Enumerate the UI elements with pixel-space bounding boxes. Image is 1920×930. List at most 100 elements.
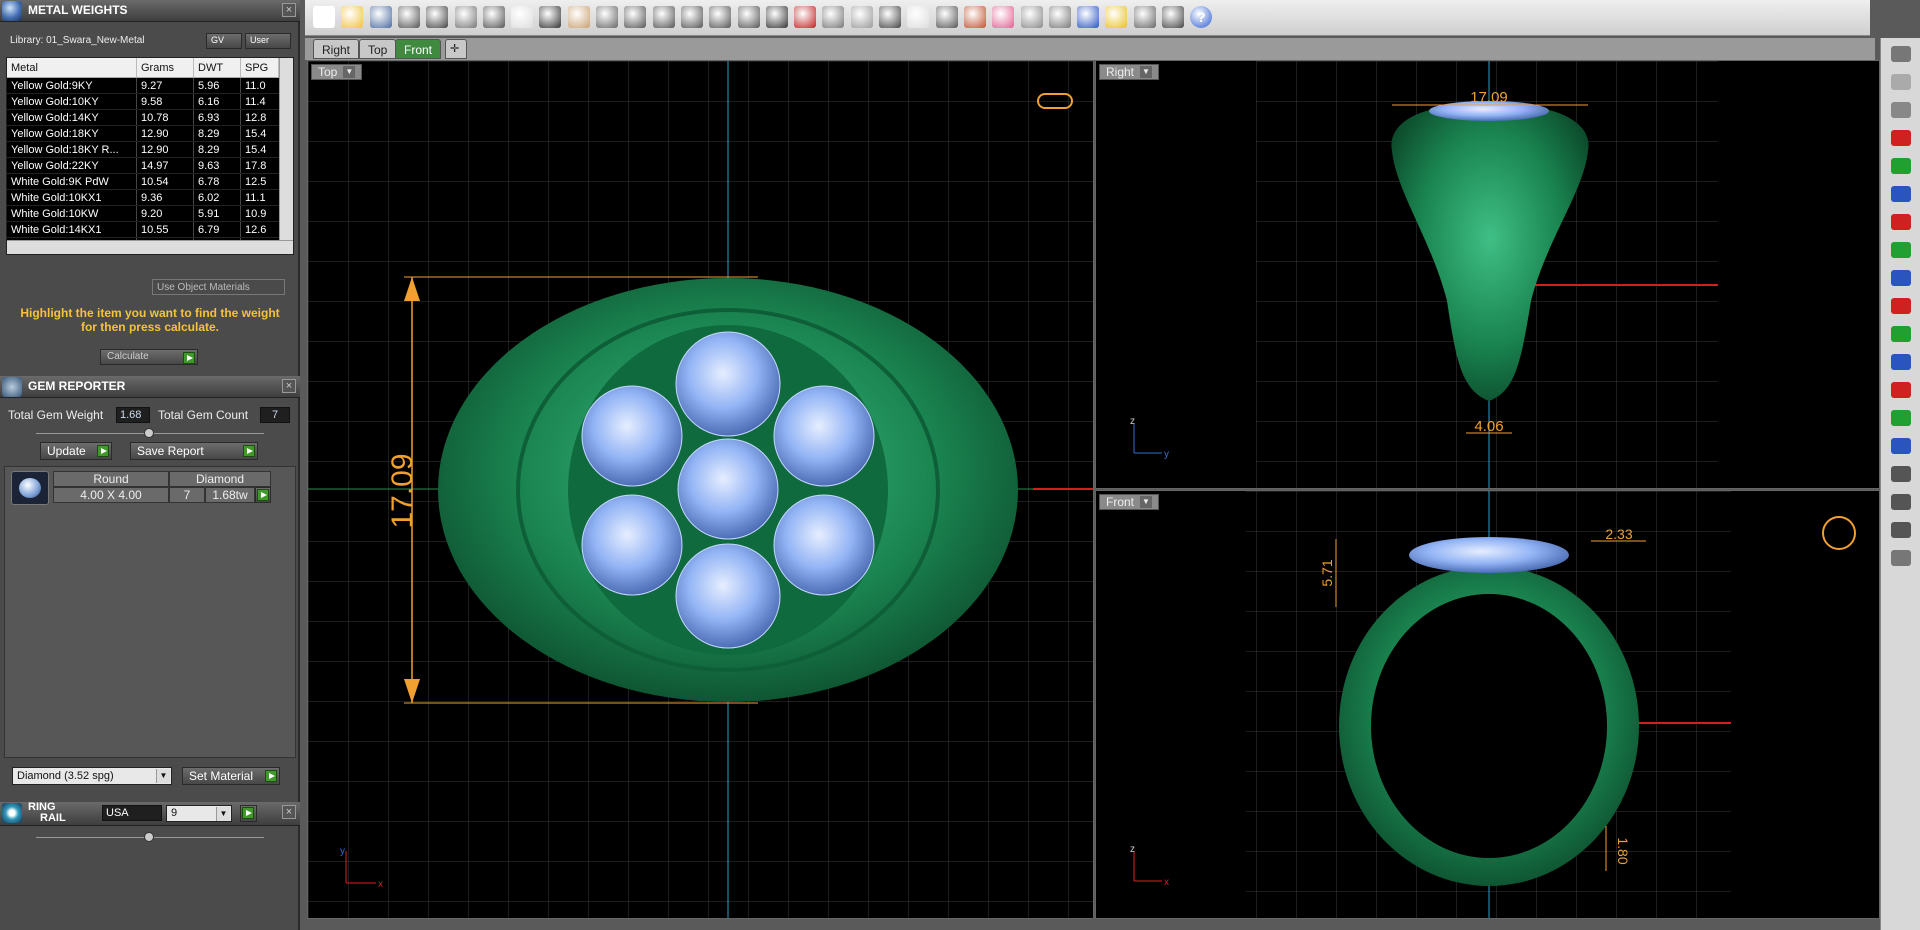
target-icon[interactable] <box>879 6 901 28</box>
shade-icon[interactable] <box>1020 6 1043 28</box>
sphere-icon[interactable] <box>1891 102 1911 118</box>
col-dwt[interactable]: DWT <box>194 58 241 77</box>
col-spg[interactable]: SPG <box>241 58 279 77</box>
table-row[interactable]: Yellow Gold:22KY 14.97 9.63 17.8 <box>7 158 293 174</box>
tab-right[interactable]: Right <box>313 39 360 59</box>
ring-slider-handle[interactable] <box>144 832 154 842</box>
flag-icon[interactable] <box>1105 6 1128 28</box>
viewport-top-label[interactable]: Top ▼ <box>311 64 363 80</box>
stretch-vertical-icon[interactable] <box>1891 326 1911 342</box>
orbit-icon[interactable] <box>850 6 873 28</box>
gears-icon[interactable] <box>1133 6 1156 28</box>
arrow-right-icon[interactable] <box>1891 130 1911 146</box>
update-button[interactable]: Update <box>40 442 112 460</box>
chevron-down-icon: ▼ <box>216 807 230 821</box>
tab-top[interactable]: Top <box>359 39 397 59</box>
table-row[interactable]: Yellow Gold:9KY 9.27 5.96 11.0 <box>7 78 293 94</box>
add-tab-icon[interactable]: ✛ <box>445 39 467 59</box>
gv-label: GV <box>211 35 225 45</box>
viewport-front-label[interactable]: Front ▼ <box>1099 494 1160 510</box>
arrow-down-icon[interactable] <box>1891 242 1911 258</box>
rotate-view-icon[interactable] <box>737 6 760 28</box>
cut-icon[interactable] <box>454 6 477 28</box>
zoom-extents-icon[interactable] <box>680 6 703 28</box>
scale-down-icon[interactable] <box>1891 438 1911 454</box>
material-select[interactable]: Diamond (3.52 spg) ▼ <box>12 767 172 785</box>
table-horizontal-scrollbar[interactable] <box>7 240 293 254</box>
print-icon[interactable] <box>397 6 420 28</box>
light-icon[interactable] <box>1891 74 1911 90</box>
viewport-right-label[interactable]: Right ▼ <box>1099 64 1160 80</box>
bend-icon[interactable] <box>1891 466 1911 482</box>
lock-icon[interactable] <box>935 6 958 28</box>
set-material-button[interactable]: Set Material <box>182 767 280 785</box>
ring-size-value: 9 <box>171 807 178 819</box>
gem-slider-handle[interactable] <box>144 428 154 438</box>
render-icon[interactable] <box>1048 6 1071 28</box>
viewports-icon[interactable] <box>765 6 788 28</box>
set-material-label: Set Material <box>189 769 254 783</box>
viewport-top[interactable]: 17.09 y x Top ▼ <box>307 60 1094 919</box>
scale-up-icon[interactable] <box>1891 354 1911 370</box>
palette-icon[interactable] <box>963 6 986 28</box>
help-icon[interactable]: ? <box>1190 6 1213 28</box>
save-icon[interactable] <box>369 6 392 28</box>
close-icon[interactable]: × <box>282 3 296 17</box>
compress-horizontal-icon[interactable] <box>1891 382 1911 398</box>
ring-country-field[interactable]: USA <box>102 805 162 821</box>
copy-icon[interactable] <box>482 6 505 28</box>
table-row[interactable]: White Gold:10KX1 9.36 6.02 11.1 <box>7 190 293 206</box>
arrow-left-icon[interactable] <box>1891 214 1911 230</box>
open-folder-icon[interactable] <box>341 6 364 28</box>
undo-icon[interactable] <box>539 6 562 28</box>
user-button[interactable]: User <box>245 33 291 49</box>
move-down-icon[interactable] <box>1891 270 1911 286</box>
save-report-button[interactable]: Save Report <box>130 442 258 460</box>
layout-icon[interactable] <box>1162 6 1184 28</box>
zoom-window-icon[interactable] <box>652 6 675 28</box>
table-row[interactable]: Yellow Gold:14KY 10.78 6.93 12.8 <box>7 110 293 126</box>
table-row[interactable]: Yellow Gold:18KY R... 12.90 8.29 15.4 <box>7 142 293 158</box>
arrow-up-icon[interactable] <box>1891 158 1911 174</box>
color-wheel-icon[interactable] <box>992 6 1015 28</box>
bucket-icon[interactable] <box>1891 550 1911 566</box>
move-icon[interactable] <box>596 6 618 28</box>
diamond-thumbnail[interactable] <box>11 471 49 505</box>
viewport-front[interactable]: 5.71 2.33 1.80 z x Front ▼ <box>1095 490 1880 919</box>
light-bulb-icon[interactable] <box>907 6 930 28</box>
paste-icon[interactable] <box>511 6 534 28</box>
table-row[interactable]: Yellow Gold:18KY 12.90 8.29 15.4 <box>7 126 293 142</box>
table-vertical-scrollbar[interactable] <box>279 58 293 240</box>
zoom-in-icon[interactable] <box>624 6 647 28</box>
ring-rail-header: RING RAIL USA 9 ▼ × <box>0 802 300 826</box>
camera-icon[interactable] <box>1891 46 1911 62</box>
ring-size-select[interactable]: 9 ▼ <box>166 805 232 822</box>
table-row[interactable]: White Gold:9K PdW 10.54 6.78 12.5 <box>7 174 293 190</box>
gem-row-go-button[interactable] <box>255 487 271 503</box>
col-grams[interactable]: Grams <box>137 58 194 77</box>
move-up-icon[interactable] <box>1891 186 1911 202</box>
table-row[interactable]: White Gold:10KW 9.20 5.91 10.9 <box>7 206 293 222</box>
ring-rail-go-button[interactable] <box>240 805 257 822</box>
close-icon[interactable]: × <box>282 379 296 393</box>
col-metal[interactable]: Metal <box>7 58 137 77</box>
close-icon[interactable]: × <box>282 805 296 819</box>
table-row[interactable]: White Gold:14KX1 10.55 6.79 12.6 <box>7 222 293 238</box>
copy-doc-icon[interactable] <box>426 6 449 28</box>
twist-icon[interactable] <box>1891 494 1911 510</box>
car-icon[interactable] <box>794 6 817 28</box>
calculate-button[interactable]: Calculate <box>100 349 198 365</box>
zoom-dynamic-icon[interactable] <box>709 6 732 28</box>
pan-hand-icon[interactable] <box>567 6 590 28</box>
viewport-right[interactable]: 17.09 4.06 z y Right ▼ <box>1095 60 1880 489</box>
stretch-horizontal-icon[interactable] <box>1891 298 1911 314</box>
sphere-icon[interactable] <box>1077 6 1100 28</box>
use-object-materials-checkbox[interactable]: Use Object Materials <box>152 279 285 295</box>
new-file-icon[interactable] <box>313 6 335 28</box>
gv-button[interactable]: GV <box>206 33 242 49</box>
tab-front[interactable]: Front <box>395 39 442 59</box>
compress-vertical-icon[interactable] <box>1891 410 1911 426</box>
snap-icon[interactable] <box>822 6 845 28</box>
curve-icon[interactable] <box>1891 522 1911 538</box>
table-row[interactable]: Yellow Gold:10KY 9.58 6.16 11.4 <box>7 94 293 110</box>
